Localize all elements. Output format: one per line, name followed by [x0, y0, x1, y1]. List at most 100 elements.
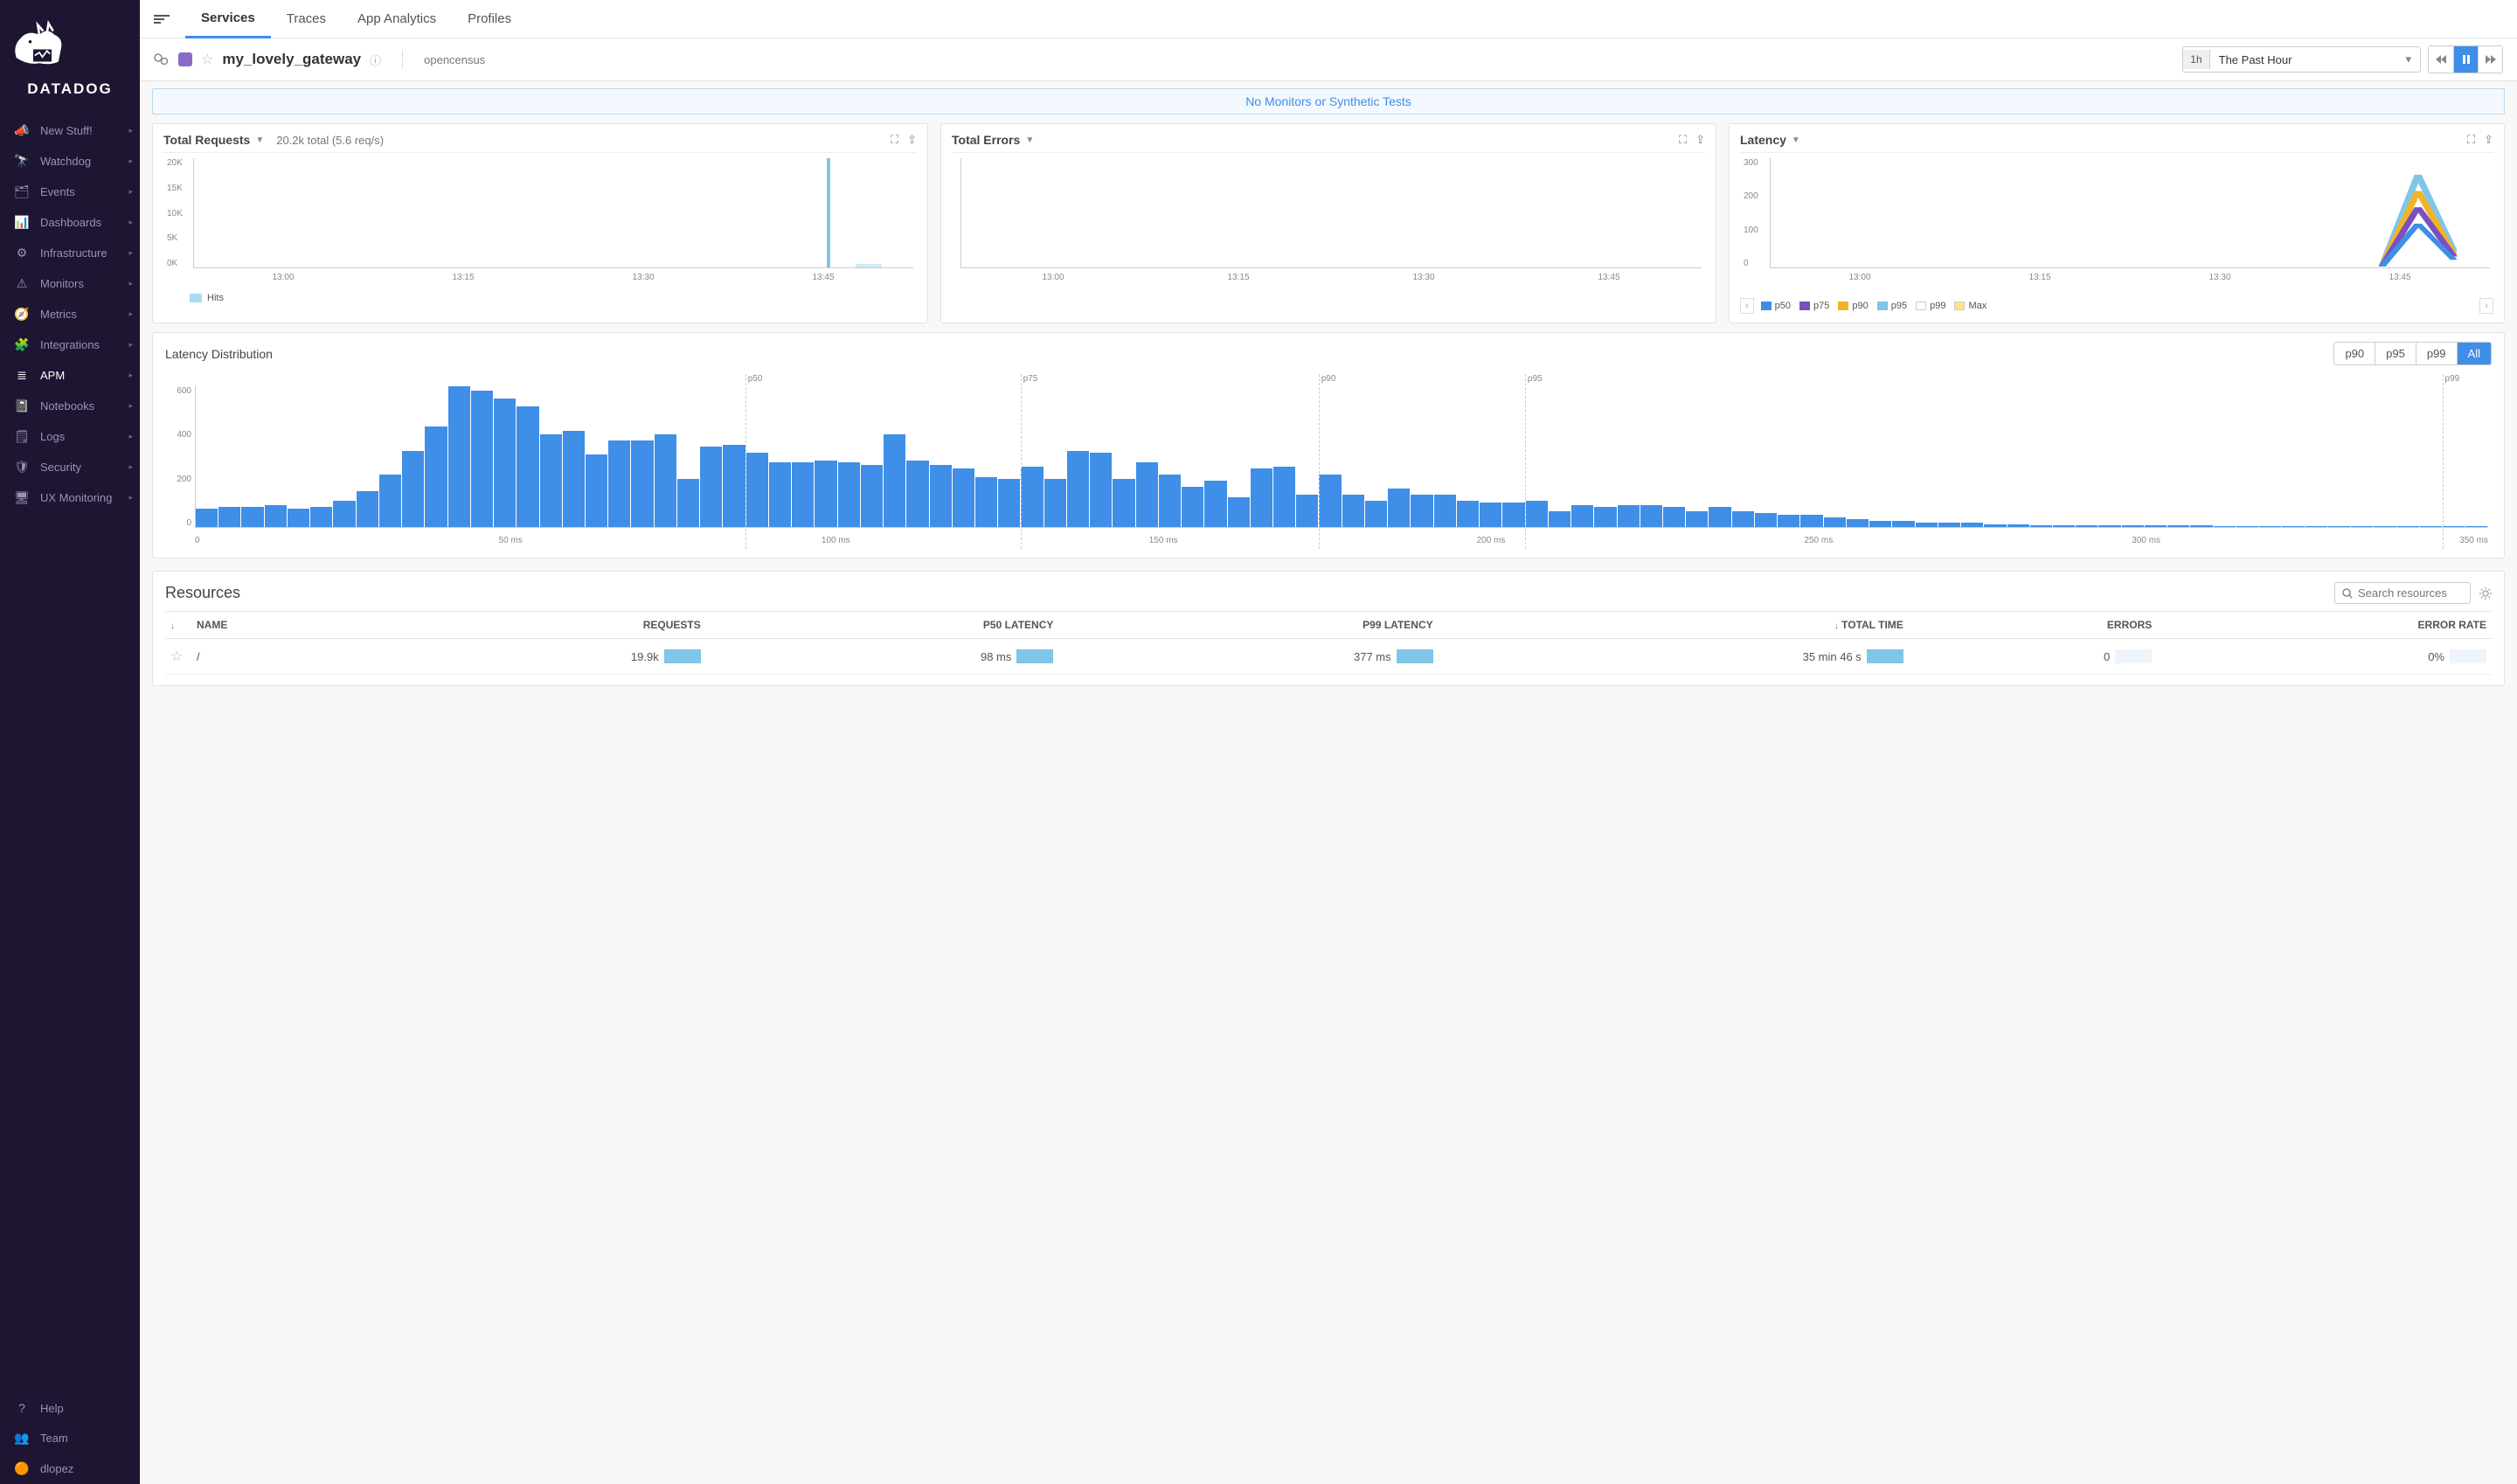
- sidebar-item-label: Infrastructure: [40, 246, 107, 260]
- service-color-swatch[interactable]: [178, 52, 192, 66]
- percentile-marker-p90: p90: [1319, 374, 1336, 549]
- sidebar-footer-dlopez[interactable]: 🟠dlopez: [0, 1453, 140, 1484]
- card-title: Total Errors: [952, 133, 1020, 147]
- chevron-right-icon: ▸: [128, 401, 133, 411]
- sidebar-item-label: New Stuff!: [40, 124, 93, 137]
- chevron-down-icon[interactable]: ▼: [1792, 135, 1800, 145]
- sidebar-item-new-stuff-[interactable]: 📣New Stuff!▸: [0, 115, 140, 146]
- datadog-logo-icon: [0, 16, 79, 77]
- latency-chart[interactable]: 3002001000 13:0013:1513:3013:45: [1740, 158, 2493, 289]
- favorite-star-icon[interactable]: ☆: [170, 649, 183, 664]
- sidebar-item-events[interactable]: 🗂Events▸: [0, 177, 140, 207]
- percentile-button-p90[interactable]: p90: [2334, 343, 2375, 364]
- legend-scroll-right[interactable]: ›: [2479, 298, 2493, 314]
- column-header[interactable]: ↓: [165, 612, 191, 639]
- sidebar-footer-help[interactable]: ?Help: [0, 1393, 140, 1423]
- sidebar-item-logs[interactable]: 🗒Logs▸: [0, 421, 140, 452]
- percentile-marker-p99: p99: [2443, 374, 2460, 549]
- forward-button[interactable]: [2478, 46, 2502, 73]
- legend-item-p99[interactable]: p99: [1916, 301, 1945, 311]
- sidebar: DATADOG 📣New Stuff!▸🔭Watchdog▸🗂Events▸📊D…: [0, 0, 140, 1484]
- card-latency: Latency ▼ ⛶ ⇪ 3002001000: [1729, 123, 2505, 323]
- info-icon[interactable]: ⓘ: [370, 52, 381, 68]
- percentile-button-p95[interactable]: p95: [2375, 343, 2416, 364]
- column-header[interactable]: ↓ TOTAL TIME: [1439, 612, 1909, 639]
- legend-scroll-left[interactable]: ‹: [1740, 298, 1754, 314]
- sort-arrow-icon: ↓: [1834, 621, 1839, 631]
- sidebar-item-notebooks[interactable]: 📓Notebooks▸: [0, 391, 140, 421]
- brand-text: DATADOG: [0, 80, 140, 98]
- search-icon: [2342, 588, 2353, 599]
- service-name: my_lovely_gateway: [222, 51, 361, 68]
- tab-services[interactable]: Services: [185, 0, 271, 38]
- export-icon[interactable]: ⇪: [907, 133, 917, 147]
- sidebar-item-apm[interactable]: ≣APM▸: [0, 360, 140, 391]
- sidebar-item-label: Integrations: [40, 338, 100, 351]
- legend-item-p50[interactable]: p50: [1761, 301, 1791, 311]
- playback-controls: [2428, 45, 2503, 73]
- legend-item-max[interactable]: Max: [1954, 301, 1987, 311]
- column-header[interactable]: ERROR RATE: [2157, 612, 2492, 639]
- legend-item-p95[interactable]: p95: [1877, 301, 1907, 311]
- sidebar-item-security[interactable]: 🛡Security▸: [0, 452, 140, 482]
- column-header[interactable]: NAME: [191, 612, 366, 639]
- sidebar-item-label: Logs: [40, 430, 65, 443]
- percentile-button-p99[interactable]: p99: [2416, 343, 2457, 364]
- favorite-star-icon[interactable]: ☆: [201, 51, 213, 68]
- percentile-button-all[interactable]: All: [2457, 343, 2491, 364]
- chevron-down-icon[interactable]: ▼: [255, 135, 264, 145]
- sort-arrow-icon: ↓: [170, 621, 175, 631]
- megaphone-icon: 📣: [12, 123, 31, 138]
- logs-icon: 🗒: [12, 429, 31, 444]
- sidebar-item-label: Metrics: [40, 308, 77, 321]
- sidebar-item-infrastructure[interactable]: ⚙Infrastructure▸: [0, 238, 140, 268]
- errors-chart[interactable]: 13:0013:1513:3013:45: [952, 158, 1705, 289]
- shield-icon: 🛡: [12, 460, 31, 475]
- tab-traces[interactable]: Traces: [271, 0, 342, 38]
- latency-distribution-chart[interactable]: 6004002000 p50p75p90p95p99 050 ms100 ms1…: [165, 374, 2492, 549]
- sidebar-item-dashboards[interactable]: 📊Dashboards▸: [0, 207, 140, 238]
- chevron-down-icon[interactable]: ▼: [1025, 135, 1034, 145]
- sidebar-item-label: APM: [40, 369, 65, 382]
- chevron-right-icon: ▸: [128, 462, 133, 472]
- sidebar-item-metrics[interactable]: 🧭Metrics▸: [0, 299, 140, 329]
- sidebar-item-ux-monitoring[interactable]: 🖥UX Monitoring▸: [0, 482, 140, 513]
- chevron-right-icon: ▸: [128, 187, 133, 197]
- tab-profiles[interactable]: Profiles: [452, 0, 527, 38]
- fullscreen-icon[interactable]: ⛶: [2467, 133, 2475, 147]
- legend-item-p75[interactable]: p75: [1799, 301, 1829, 311]
- tab-app-analytics[interactable]: App Analytics: [342, 0, 452, 38]
- fullscreen-icon[interactable]: ⛶: [1679, 133, 1687, 147]
- column-header[interactable]: ERRORS: [1909, 612, 2157, 639]
- monitors-banner[interactable]: No Monitors or Synthetic Tests: [152, 88, 2505, 114]
- column-header[interactable]: P99 LATENCY: [1058, 612, 1438, 639]
- sidebar-item-watchdog[interactable]: 🔭Watchdog▸: [0, 146, 140, 177]
- sidebar-item-label: Notebooks: [40, 399, 94, 413]
- fullscreen-icon[interactable]: ⛶: [891, 133, 898, 147]
- rewind-button[interactable]: [2429, 46, 2453, 73]
- sidebar-footer-team[interactable]: 👥Team: [0, 1423, 140, 1453]
- column-header[interactable]: P50 LATENCY: [706, 612, 1059, 639]
- chevron-down-icon: ▾: [2396, 52, 2420, 66]
- avatar-icon: 🟠: [12, 1461, 31, 1476]
- chevron-right-icon: ▸: [128, 371, 133, 380]
- gear-icon[interactable]: [2479, 587, 2492, 600]
- legend-item-p90[interactable]: p90: [1838, 301, 1868, 311]
- search-input[interactable]: [2358, 586, 2463, 600]
- table-row[interactable]: ☆/19.9k98 ms377 ms35 min 46 s00%: [165, 639, 2492, 675]
- calendar-icon: 🗂: [12, 184, 31, 199]
- puzzle-icon: 🧩: [12, 337, 31, 352]
- export-icon[interactable]: ⇪: [2484, 133, 2493, 147]
- search-resources[interactable]: [2334, 582, 2471, 604]
- requests-chart[interactable]: 20K15K10K5K0K 13:0013:1513:3013:45: [163, 158, 917, 289]
- settings-gears-icon[interactable]: [154, 53, 170, 66]
- column-header[interactable]: REQUESTS: [366, 612, 705, 639]
- card-total-requests: Total Requests ▼ 20.2k total (5.6 req/s)…: [152, 123, 928, 323]
- sidebar-item-integrations[interactable]: 🧩Integrations▸: [0, 329, 140, 360]
- export-icon[interactable]: ⇪: [1695, 133, 1705, 147]
- sidebar-item-monitors[interactable]: ⚠Monitors▸: [0, 268, 140, 299]
- pause-button[interactable]: [2453, 46, 2478, 73]
- ux-icon: 🖥: [12, 490, 31, 505]
- chevron-right-icon: ▸: [128, 156, 133, 166]
- time-range-selector[interactable]: 1h The Past Hour ▾: [2182, 46, 2421, 73]
